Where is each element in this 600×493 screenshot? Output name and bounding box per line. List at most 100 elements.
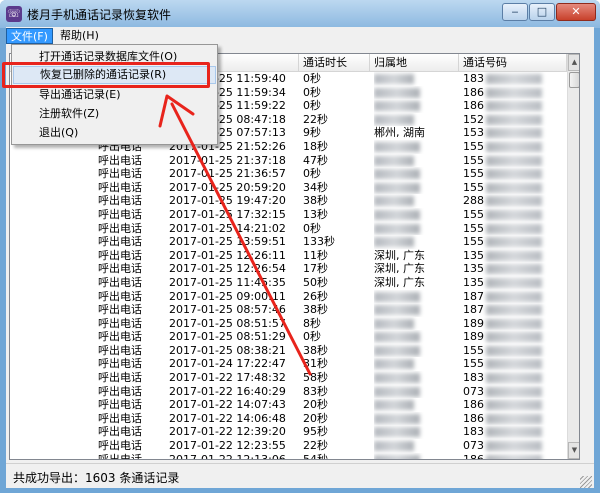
status-bar: 共成功导出：1603 条通话记录 — [6, 463, 594, 488]
cell-call-type: 呼出电话 — [98, 167, 142, 181]
redacted-number — [486, 305, 542, 316]
cell-location — [374, 317, 458, 331]
redacted-number — [486, 101, 542, 112]
table-row[interactable]: 呼出电话 2017-01-25 11:45:35 50秒 深圳, 广东 135 — [10, 276, 567, 290]
table-row[interactable]: 呼出电话 2017-01-22 16:40:29 83秒 073 — [10, 385, 567, 399]
table-row[interactable]: 呼出电话 2017-01-25 20:59:20 34秒 155 — [10, 181, 567, 195]
redacted-location — [374, 454, 420, 459]
table-row[interactable]: 呼出电话 2017-01-25 14:21:02 0秒 155 — [10, 222, 567, 236]
cell-duration: 22秒 — [303, 439, 328, 453]
cell-duration: 54秒 — [303, 452, 328, 460]
cell-duration: 58秒 — [303, 371, 328, 385]
scroll-up-arrow-icon[interactable]: ▲ — [568, 54, 579, 71]
cell-call-time: 2017-01-22 14:07:43 — [169, 398, 286, 412]
cell-call-time: 2017-01-25 09:00:11 — [169, 289, 286, 303]
table-row[interactable]: 呼出电话 2017-01-25 19:47:20 38秒 288 — [10, 194, 567, 208]
scroll-down-arrow-icon[interactable]: ▼ — [568, 442, 579, 459]
redacted-location — [374, 400, 414, 411]
redacted-number — [486, 400, 542, 411]
table-row[interactable]: 呼出电话 2017-01-22 17:48:32 58秒 183 — [10, 371, 567, 385]
table-row[interactable]: 呼出电话 2017-01-25 08:38:21 38秒 155 — [10, 344, 567, 358]
cell-duration: 9秒 — [303, 126, 321, 140]
redacted-location — [374, 196, 414, 207]
menu-help[interactable]: 帮助(H) — [56, 28, 103, 44]
menu-file[interactable]: 文件(F) — [6, 28, 53, 44]
menu-item-export[interactable]: 导出通话记录(E) — [13, 86, 216, 104]
cell-number: 155 — [463, 154, 567, 168]
table-row[interactable]: 呼出电话 2017-01-25 17:32:15 13秒 155 — [10, 208, 567, 222]
table-row[interactable]: 呼出电话 2017-01-25 08:51:57 8秒 189 — [10, 317, 567, 331]
redacted-location — [374, 155, 414, 166]
vertical-scrollbar[interactable]: ▲ ▼ — [567, 54, 579, 459]
cell-number: 186 — [463, 398, 567, 412]
cell-number: 152 — [463, 113, 567, 127]
cell-number: 186 — [463, 412, 567, 426]
cell-location — [374, 113, 458, 127]
table-row[interactable]: 呼出电话 2017-01-22 14:06:48 20秒 186 — [10, 412, 567, 426]
cell-location — [374, 99, 458, 113]
cell-duration: 34秒 — [303, 180, 328, 194]
cell-call-type: 呼出电话 — [98, 221, 142, 235]
cell-duration: 0秒 — [303, 72, 321, 85]
table-row[interactable]: 呼出电话 2017-01-25 13:59:51 133秒 155 — [10, 235, 567, 249]
menu-item-exit[interactable]: 退出(Q) — [13, 124, 216, 142]
minimize-button[interactable]: ‒ — [502, 3, 528, 21]
table-row[interactable]: 呼出电话 2017-01-25 08:51:29 0秒 189 — [10, 330, 567, 344]
cell-number: 155 — [463, 167, 567, 181]
cell-location — [374, 154, 458, 168]
redacted-number — [486, 223, 542, 234]
cell-call-time: 2017-01-25 13:59:51 — [169, 235, 286, 249]
table-row[interactable]: 呼出电话 2017-01-22 12:23:55 22秒 073 — [10, 439, 567, 453]
resize-grip-icon[interactable] — [580, 476, 592, 488]
cell-number: 155 — [463, 181, 567, 195]
column-header-location[interactable]: 归属地 — [370, 54, 459, 72]
cell-duration: 0秒 — [303, 99, 321, 113]
table-row[interactable]: 呼出电话 2017-01-25 12:26:11 11秒 深圳, 广东 135 — [10, 249, 567, 263]
maximize-button[interactable]: □ — [529, 3, 555, 21]
cell-location — [374, 412, 458, 426]
table-row[interactable]: 呼出电话 2017-01-25 21:37:18 47秒 155 — [10, 154, 567, 168]
column-header-number[interactable]: 通话号码 — [459, 54, 567, 72]
redacted-number — [486, 264, 542, 275]
cell-call-type: 呼出电话 — [98, 207, 142, 221]
redacted-location — [374, 305, 420, 316]
cell-number: 155 — [463, 222, 567, 236]
redacted-number — [486, 454, 542, 459]
cell-number: 189 — [463, 317, 567, 331]
cell-duration: 50秒 — [303, 275, 328, 289]
table-row[interactable]: 呼出电话 2017-01-22 14:07:43 20秒 186 — [10, 398, 567, 412]
redacted-number — [486, 318, 542, 329]
cell-call-type: 呼出电话 — [98, 153, 142, 167]
cell-number: 288 — [463, 194, 567, 208]
cell-call-type: 呼出电话 — [98, 425, 142, 439]
table-row[interactable]: 呼出电话 2017-01-25 21:36:57 0秒 155 — [10, 167, 567, 181]
table-row[interactable]: 呼出电话 2017-01-24 17:22:47 31秒 155 — [10, 357, 567, 371]
cell-duration: 38秒 — [303, 343, 328, 357]
cell-location — [374, 72, 458, 86]
redacted-location — [374, 209, 420, 220]
redacted-location — [374, 169, 420, 180]
cell-call-time: 2017-01-22 12:23:55 — [169, 439, 286, 453]
cell-duration: 133秒 — [303, 235, 335, 249]
cell-duration: 20秒 — [303, 398, 328, 412]
close-button[interactable]: ✕ — [556, 3, 596, 21]
cell-call-type: 呼出电话 — [98, 180, 142, 194]
table-row[interactable]: 呼出电话 2017-01-25 08:57:46 38秒 187 — [10, 303, 567, 317]
cell-number: 186 — [463, 99, 567, 113]
cell-call-type: 呼出电话 — [98, 371, 142, 385]
annotation-highlight-box — [2, 62, 210, 88]
table-row[interactable]: 呼出电话 2017-01-25 12:26:54 17秒 深圳, 广东 135 — [10, 262, 567, 276]
cell-number: 155 — [463, 344, 567, 358]
cell-location — [374, 357, 458, 371]
table-row[interactable]: 呼出电话 2017-01-25 09:00:11 26秒 187 — [10, 290, 567, 304]
cell-duration: 31秒 — [303, 357, 328, 371]
column-header-duration[interactable]: 通话时长 — [299, 54, 370, 72]
title-bar[interactable]: ☏ 楼月手机通话记录恢复软件 ‒ □ ✕ — [0, 0, 600, 28]
menu-item-register[interactable]: 注册软件(Z) — [13, 105, 216, 123]
table-row[interactable]: 呼出电话 2017-01-22 12:39:20 95秒 183 — [10, 425, 567, 439]
scroll-thumb[interactable] — [569, 72, 579, 88]
redacted-number — [486, 373, 542, 384]
table-row[interactable]: 呼出电话 2017-01-22 12:13:06 54秒 186 — [10, 452, 567, 460]
redacted-number — [486, 155, 542, 166]
redacted-number — [486, 441, 542, 452]
